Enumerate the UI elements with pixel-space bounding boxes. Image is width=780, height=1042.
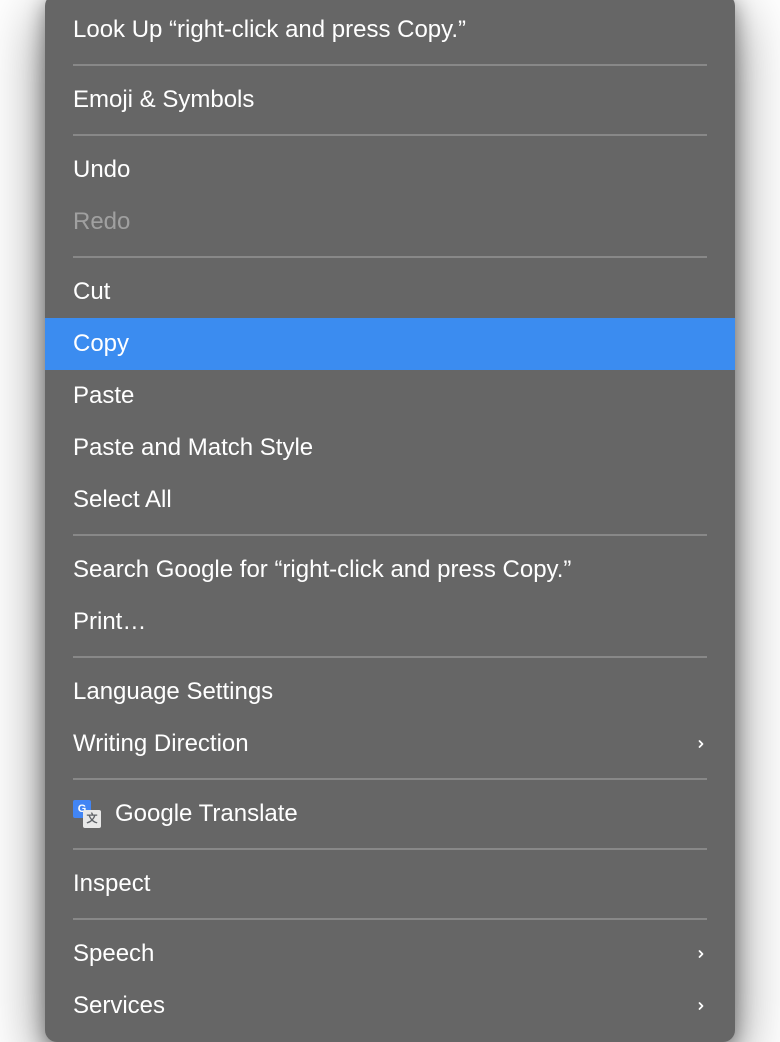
menu-item-label: Copy — [73, 326, 707, 362]
menu-separator — [73, 534, 707, 536]
menu-item-writing-direction[interactable]: Writing Direction — [45, 718, 735, 770]
menu-item-google-translate[interactable]: G 文 Google Translate — [45, 788, 735, 840]
menu-item-language-settings[interactable]: Language Settings — [45, 666, 735, 718]
menu-separator — [73, 778, 707, 780]
menu-separator — [73, 256, 707, 258]
menu-item-label: Redo — [73, 204, 707, 240]
menu-item-label: Google Translate — [115, 796, 707, 832]
menu-item-label: Print… — [73, 604, 707, 640]
google-translate-icon: G 文 — [73, 800, 101, 828]
menu-item-print[interactable]: Print… — [45, 596, 735, 648]
menu-separator — [73, 64, 707, 66]
menu-item-label: Language Settings — [73, 674, 707, 710]
chevron-right-icon — [695, 948, 707, 960]
menu-separator — [73, 656, 707, 658]
menu-item-speech[interactable]: Speech — [45, 928, 735, 980]
menu-item-label: Select All — [73, 482, 707, 518]
menu-item-label: Speech — [73, 936, 695, 972]
menu-item-lookup[interactable]: Look Up “right-click and press Copy.” — [45, 4, 735, 56]
menu-separator — [73, 848, 707, 850]
menu-item-select-all[interactable]: Select All — [45, 474, 735, 526]
menu-item-label: Services — [73, 988, 695, 1024]
menu-item-redo: Redo — [45, 196, 735, 248]
menu-item-search-google[interactable]: Search Google for “right-click and press… — [45, 544, 735, 596]
menu-item-label: Emoji & Symbols — [73, 82, 707, 118]
menu-item-label: Look Up “right-click and press Copy.” — [73, 12, 707, 48]
menu-separator — [73, 918, 707, 920]
menu-item-label: Writing Direction — [73, 726, 695, 762]
menu-item-services[interactable]: Services — [45, 980, 735, 1032]
menu-item-copy[interactable]: Copy — [45, 318, 735, 370]
menu-separator — [73, 134, 707, 136]
menu-item-label: Paste — [73, 378, 707, 414]
menu-item-inspect[interactable]: Inspect — [45, 858, 735, 910]
menu-item-paste-match-style[interactable]: Paste and Match Style — [45, 422, 735, 474]
menu-item-undo[interactable]: Undo — [45, 144, 735, 196]
menu-item-emoji[interactable]: Emoji & Symbols — [45, 74, 735, 126]
menu-item-label: Paste and Match Style — [73, 430, 707, 466]
menu-item-label: Undo — [73, 152, 707, 188]
context-menu: Look Up “right-click and press Copy.” Em… — [45, 0, 735, 1042]
menu-item-label: Cut — [73, 274, 707, 310]
menu-item-paste[interactable]: Paste — [45, 370, 735, 422]
menu-item-label: Inspect — [73, 866, 707, 902]
menu-item-cut[interactable]: Cut — [45, 266, 735, 318]
menu-item-label: Search Google for “right-click and press… — [73, 552, 707, 588]
chevron-right-icon — [695, 738, 707, 750]
chevron-right-icon — [695, 1000, 707, 1012]
